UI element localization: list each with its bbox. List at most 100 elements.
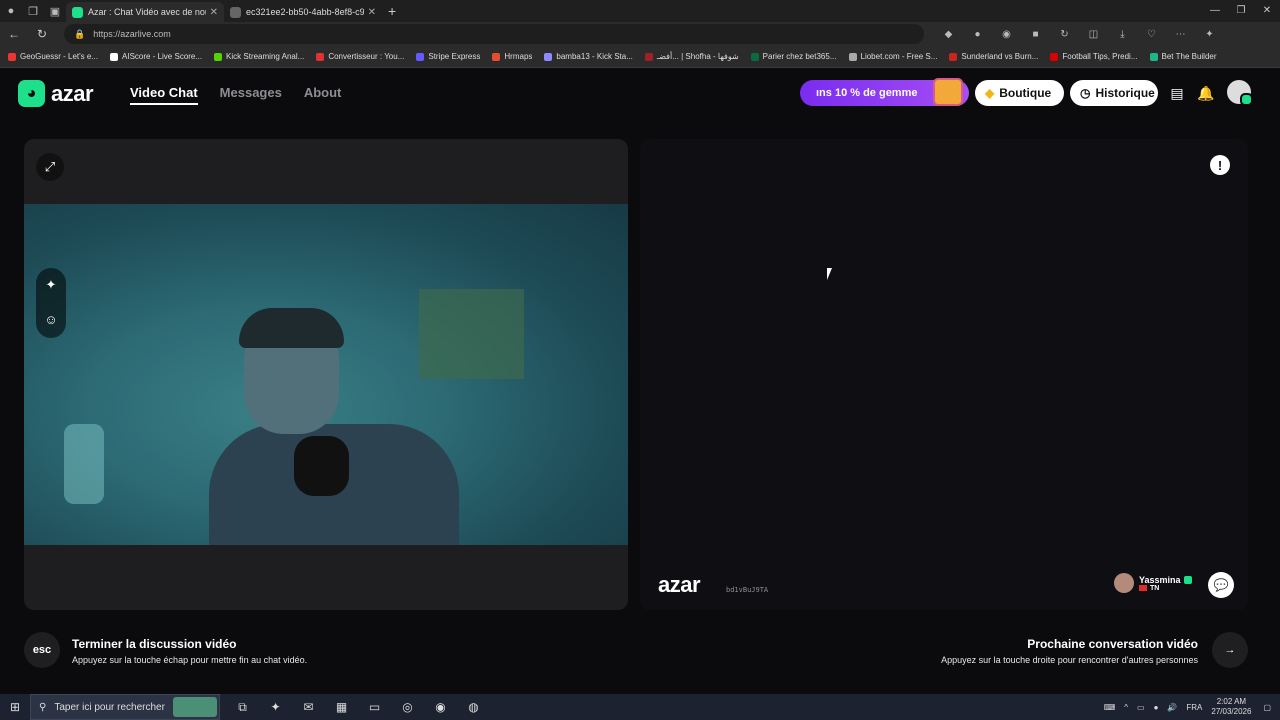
bookmark-item[interactable]: Liobet.com - Free S... [848,52,938,61]
bookmark-item[interactable]: Hrmaps [492,52,532,61]
azar-logo-icon: ◕ [18,80,45,107]
taskbar-apps: ⧉ ✦ ✉ ▦ ▭ ◎ ◉ ◍ [226,700,490,715]
tab-azar[interactable]: Azar : Chat Vidéo avec de nouv ✕ [66,2,224,22]
close-window-icon[interactable]: ✕ [1254,0,1280,22]
outlook-icon[interactable]: ✉ [292,700,325,715]
split-screen-icon[interactable]: ◫ [1079,29,1108,40]
peer-info[interactable]: Yassmina TN [1114,573,1192,593]
azar-page: ◕ azar Video Chat Messages About ıns 10 … [0,68,1280,690]
bookmark-label: AIScore - Live Score... [122,52,203,61]
extension-icon[interactable]: ● [963,29,992,40]
bookmark-label: Kick Streaming Anal... [226,52,305,61]
face-filter-icon[interactable]: ☺ [36,302,66,336]
azar-favicon-icon [72,6,83,18]
boutique-label: Boutique [999,86,1052,100]
download-icon[interactable]: ⤓ [1108,29,1137,40]
bookmark-item[interactable]: Stripe Express [416,52,480,61]
nav-messages[interactable]: Messages [220,85,282,105]
refresh-icon[interactable]: ↻ [28,27,56,41]
peer-country: TN [1150,584,1160,592]
magic-wand-icon[interactable]: ✦ [36,268,66,302]
next-arrow-button[interactable]: → [1212,632,1248,668]
file-explorer-icon[interactable]: ▭ [358,700,391,715]
close-tab-icon[interactable]: ✕ [368,7,376,18]
microphone-icon[interactable]: ● [1154,703,1159,712]
workspaces-icon[interactable]: ❐ [22,0,44,22]
bookmark-item[interactable]: Convertisseur : You... [316,52,404,61]
performance-icon[interactable]: ♡ [1137,29,1166,40]
local-user-figure [209,308,459,545]
copilot-icon[interactable]: ✦ [1195,29,1224,40]
close-tab-icon[interactable]: ✕ [210,7,218,18]
bookmark-item[interactable]: GeoGuessr - Let's e... [8,52,98,61]
more-icon[interactable]: ⋯ [1166,29,1195,40]
report-icon[interactable]: ! [1210,155,1230,175]
new-tab-icon[interactable]: + [388,3,396,19]
esc-key-button[interactable]: esc [24,632,60,668]
minimize-icon[interactable]: — [1202,0,1228,22]
language-indicator[interactable]: FRA [1186,703,1202,712]
nav-about[interactable]: About [304,85,342,105]
url-field[interactable]: 🔒 https://azarlive.com [64,24,924,44]
page-favicon-icon [230,6,241,18]
profile-icon[interactable]: ● [0,0,22,22]
gem-promo-banner[interactable]: ıns 10 % de gemme [800,78,969,106]
bookmark-icon [214,52,223,61]
tab-actions-icon[interactable]: ▣ [44,0,66,22]
historique-button[interactable]: ◷ Historique [1070,80,1158,106]
bell-icon[interactable]: 🔔 [1195,82,1217,104]
next-chat-title: Prochaine conversation vidéo [1027,637,1198,651]
notification-icon[interactable]: ▢ [1263,703,1271,712]
bookmark-label: Liobet.com - Free S... [860,52,938,61]
profile-avatar[interactable] [1227,80,1253,106]
chat-bubble-icon[interactable]: 💬 [1208,572,1234,598]
effects-toolbar: ✦ ☺ [36,268,66,338]
windows-start-icon[interactable]: ⊞ [0,700,30,714]
bookmark-item[interactable]: bamba13 - Kick Sta... [544,52,633,61]
refresh-extension-icon[interactable]: ↻ [1050,29,1079,40]
bookmark-item[interactable]: أفضـ... | Shofha - شوفها [644,52,739,61]
azar-logo[interactable]: ◕ azar [18,80,94,107]
edge-icon[interactable]: ◎ [391,700,424,715]
remote-video-panel: ! azar bd1vBuJ9TA Yassmina TN 💬 [640,139,1248,610]
bookmark-label: Convertisseur : You... [328,52,405,61]
tab-second[interactable]: ec321ee2-bb50-4abb-8ef8-c939 ✕ [224,2,382,22]
background-lamp [64,424,104,504]
bookmark-item[interactable]: Football Tips, Predi... [1050,52,1138,61]
bookmark-item[interactable]: Kick Streaming Anal... [214,52,304,61]
inbox-icon[interactable]: ▤ [1166,82,1188,104]
obs-icon[interactable]: ◍ [457,700,490,715]
search-placeholder: Taper ici pour rechercher [54,701,165,713]
bookmark-item[interactable]: AIScore - Live Score... [110,52,202,61]
bookmarks-bar: GeoGuessr - Let's e... AIScore - Live Sc… [0,46,1280,68]
azar-watermark: azar [658,572,701,597]
discord-icon[interactable]: ◉ [424,700,457,715]
store-icon[interactable]: ▦ [325,700,358,715]
expand-icon[interactable]: ⤢ [36,153,64,181]
address-bar-row: ← ↻ 🔒 https://azarlive.com ◆ ● ◉ ■ ↻ ◫ ⤓… [0,22,1280,46]
mouse-cursor-icon [827,268,832,280]
bookmark-item[interactable]: Sunderland vs Burn... [949,52,1038,61]
clock-time: 2:02 AM [1216,697,1247,706]
extension-icon[interactable]: ◆ [934,29,963,40]
peer-name-row: Yassmina [1139,575,1192,585]
extension-icon[interactable]: ◉ [992,29,1021,40]
bookmark-item[interactable]: Bet The Builder [1149,52,1217,61]
show-hidden-icon[interactable]: ^ [1124,703,1128,712]
task-view-icon[interactable]: ⧉ [226,700,259,715]
bookmark-icon [544,52,553,61]
bookmark-icon [1149,52,1158,61]
boutique-button[interactable]: ◆ Boutique [975,80,1064,106]
network-icon[interactable]: ▭ [1137,703,1145,712]
copilot-app-icon[interactable]: ✦ [259,700,292,715]
restore-icon[interactable]: ❐ [1228,0,1254,22]
clock[interactable]: 2:02 AM 27/03/2026 [1211,697,1251,717]
extension-icon[interactable]: ■ [1021,29,1050,40]
keyboard-icon[interactable]: ⌨ [1104,703,1116,712]
volume-icon[interactable]: 🔊 [1167,703,1177,712]
lock-icon: 🔒 [74,28,86,39]
taskbar-search[interactable]: ⚲ Taper ici pour rechercher [30,694,220,720]
bookmark-item[interactable]: Parier chez bet365... [750,52,837,61]
back-icon[interactable]: ← [0,27,28,41]
nav-video-chat[interactable]: Video Chat [130,85,198,105]
